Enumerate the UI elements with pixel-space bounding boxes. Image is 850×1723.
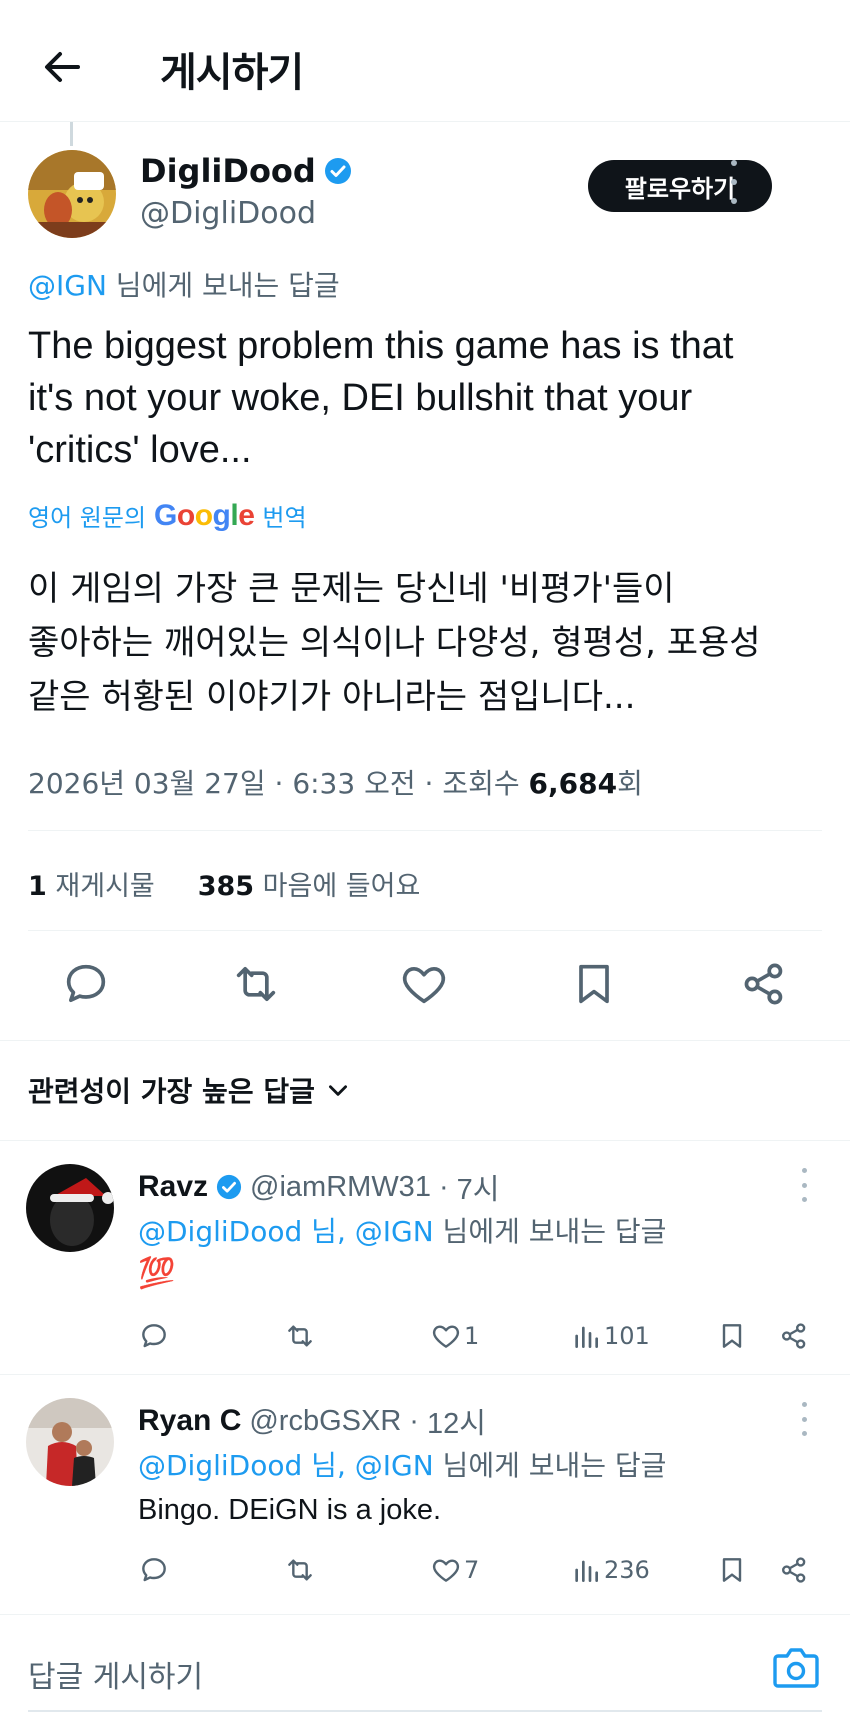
views-button[interactable]: 236	[570, 1554, 650, 1586]
follow-button[interactable]: 팔로우하기	[588, 160, 772, 212]
thread-connector	[70, 122, 73, 146]
verified-badge-icon	[216, 1174, 242, 1200]
replying-to: @DigliDood 님, @IGN 님에게 보내는 답글	[138, 1449, 667, 1482]
chevron-down-icon	[325, 1077, 351, 1103]
reply-text: 💯	[138, 1257, 176, 1290]
reposts-stat[interactable]: 1 재게시물	[28, 871, 155, 902]
author-name[interactable]: DigliDood	[140, 152, 352, 190]
bookmark-icon[interactable]	[716, 1320, 748, 1352]
google-logo: Google	[154, 498, 255, 532]
camera-icon[interactable]	[772, 1646, 820, 1690]
divider	[28, 830, 822, 831]
reply-sort-dropdown[interactable]: 관련성이 가장 높은 답글	[28, 1070, 351, 1110]
arrow-left-icon[interactable]	[38, 42, 88, 92]
mention-link[interactable]: @IGN	[28, 269, 107, 302]
author-handle[interactable]: @DigliDood	[140, 196, 316, 231]
like-button[interactable]: 7	[430, 1554, 479, 1586]
like-icon[interactable]	[398, 958, 450, 1010]
heart-icon	[430, 1554, 462, 1586]
divider	[0, 1374, 850, 1375]
engagement-stats: 1 재게시물 385 마음에 들어요	[28, 864, 420, 903]
repost-icon[interactable]	[230, 958, 282, 1010]
heart-icon	[430, 1320, 462, 1352]
share-icon[interactable]	[738, 958, 790, 1010]
reply-header: Ravz @iamRMW31 · 7시	[138, 1170, 500, 1206]
reply-icon[interactable]	[60, 958, 112, 1010]
like-count: 1	[464, 1322, 480, 1350]
view-count: 236	[604, 1556, 650, 1584]
bookmark-icon[interactable]	[568, 958, 620, 1010]
views-button[interactable]: 101	[570, 1320, 650, 1352]
top-bar	[0, 0, 850, 122]
avatar[interactable]	[28, 150, 116, 238]
more-options-icon[interactable]	[796, 1402, 812, 1436]
reply-input[interactable]: 답글 게시하기	[28, 1652, 203, 1696]
avatar[interactable]	[26, 1164, 114, 1252]
replying-to: @DigliDood 님, @IGN 님에게 보내는 답글	[138, 1215, 667, 1248]
repost-icon[interactable]	[284, 1554, 316, 1586]
avatar[interactable]	[26, 1398, 114, 1486]
replying-to: @IGN 님에게 보내는 답글	[28, 269, 340, 302]
divider	[28, 930, 822, 931]
verified-badge-icon	[324, 157, 352, 185]
author-name-text[interactable]: DigliDood	[140, 152, 316, 190]
translation-attribution[interactable]: 영어 원문의 Google 번역	[28, 498, 307, 533]
view-count: 101	[604, 1322, 650, 1350]
reply-text: Bingo. DEiGN is a joke.	[138, 1494, 442, 1526]
likes-stat[interactable]: 385 마음에 들어요	[198, 871, 421, 902]
bar-chart-icon	[570, 1320, 602, 1352]
like-count: 7	[464, 1556, 480, 1584]
bar-chart-icon	[570, 1554, 602, 1586]
divider	[0, 1140, 850, 1141]
reply-header: Ryan C @rcbGSXR · 12시	[138, 1404, 486, 1440]
more-options-icon[interactable]	[724, 160, 744, 204]
more-options-icon[interactable]	[796, 1168, 812, 1202]
like-button[interactable]: 1	[430, 1320, 479, 1352]
divider	[0, 1040, 850, 1041]
share-icon[interactable]	[778, 1554, 810, 1586]
tweet-timestamp: 2026년 03월 27일 · 6:33 오전 · 조회수 6,684회	[28, 767, 643, 800]
page-title: 게시하기	[160, 50, 304, 96]
divider	[28, 1710, 822, 1712]
reply-icon[interactable]	[138, 1554, 170, 1586]
bookmark-icon[interactable]	[716, 1554, 748, 1586]
translated-text: 이 게임의 가장 큰 문제는 당신네 '비평가'들이 좋아하는 깨어있는 의식이…	[28, 569, 761, 717]
reply-icon[interactable]	[138, 1320, 170, 1352]
repost-icon[interactable]	[284, 1320, 316, 1352]
tweet-text: The biggest problem this game has is tha…	[28, 325, 734, 471]
share-icon[interactable]	[778, 1320, 810, 1352]
